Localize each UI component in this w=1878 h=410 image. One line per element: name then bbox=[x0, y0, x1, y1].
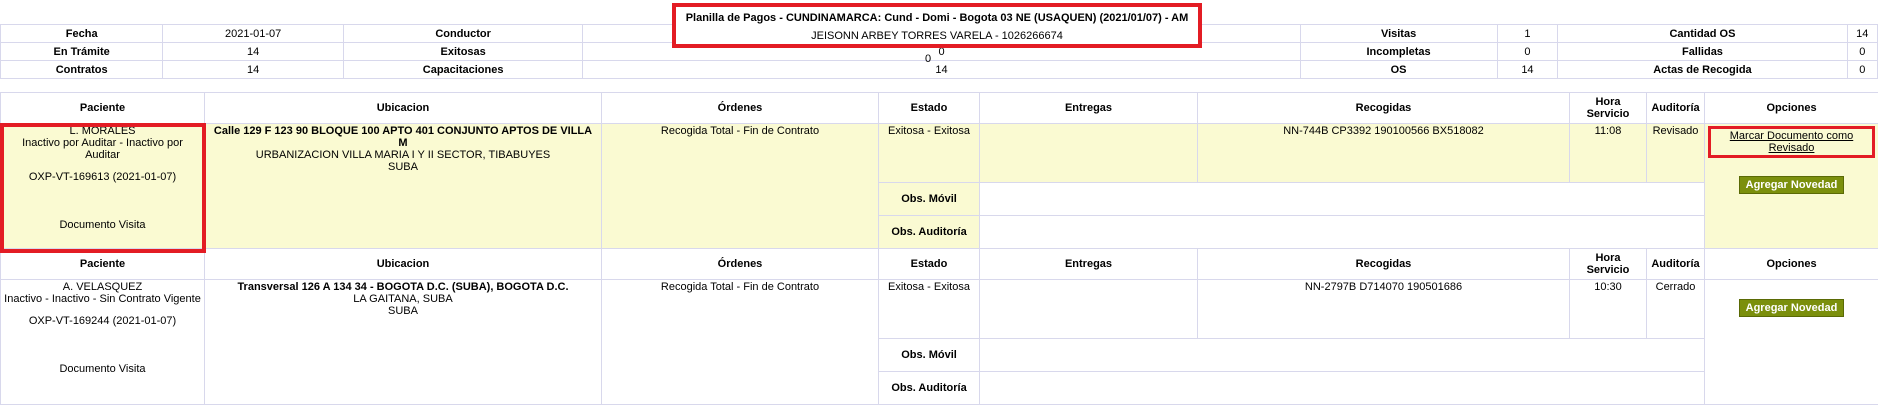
obs-movil-label: Obs. Móvil bbox=[878, 182, 980, 216]
col-paciente: Paciente bbox=[0, 248, 205, 280]
address-line2: URBANIZACION VILLA MARIA I Y II SECTOR, … bbox=[255, 149, 551, 161]
entregas-cell bbox=[979, 123, 1198, 183]
table-row: L. MORALES Inactivo por Auditar - Inacti… bbox=[0, 123, 1878, 249]
documento-visita-link[interactable]: Documento Visita bbox=[4, 219, 201, 231]
fecha-label: Fecha bbox=[0, 24, 164, 43]
col-opciones: Opciones bbox=[1704, 92, 1878, 124]
patient-cell: L. MORALES Inactivo por Auditar - Inacti… bbox=[0, 123, 205, 249]
os-label: OS bbox=[1299, 60, 1498, 79]
obs-movil-field[interactable] bbox=[979, 338, 1705, 372]
estado-cell: Exitosa - Exitosa bbox=[878, 123, 980, 183]
address-cell: Transversal 126 A 134 34 - BOGOTA D.C. (… bbox=[204, 279, 602, 405]
tramite-value: 14 bbox=[162, 42, 344, 61]
col-estado: Estado bbox=[878, 92, 980, 124]
col-hora-line1: Hora bbox=[1595, 252, 1621, 264]
planilla-title-box: Planilla de Pagos - CUNDINAMARCA: Cund -… bbox=[672, 3, 1202, 48]
obs-auditoria-field[interactable] bbox=[979, 215, 1705, 249]
hora-cell: 11:08 bbox=[1569, 123, 1647, 183]
auditoria-cell: Cerrado bbox=[1646, 279, 1705, 339]
hora-cell: 10:30 bbox=[1569, 279, 1647, 339]
patient-name: L. MORALES bbox=[69, 125, 136, 137]
table-header-row: Paciente Ubicacion Órdenes Estado Entreg… bbox=[0, 92, 1878, 124]
marcar-revisado-box: Marcar Documento como Revisado bbox=[1708, 126, 1875, 158]
col-hora-line1: Hora bbox=[1595, 96, 1621, 108]
agregar-novedad-button[interactable]: Agregar Novedad bbox=[1738, 299, 1845, 317]
recogidas-cell: NN-2797B D714070 190501686 bbox=[1197, 279, 1570, 339]
address-line3: SUBA bbox=[388, 305, 418, 317]
fallidas-value: 0 bbox=[1846, 42, 1878, 61]
obs-auditoria-label: Obs. Auditoría bbox=[878, 371, 980, 405]
cantidad-os-label: Cantidad OS bbox=[1557, 24, 1848, 43]
col-ordenes: Órdenes bbox=[601, 248, 879, 280]
obs-auditoria-label: Obs. Auditoría bbox=[878, 215, 980, 249]
exitosas-label: Exitosas bbox=[342, 42, 584, 61]
col-entregas: Entregas bbox=[979, 92, 1198, 124]
agregar-novedad-button[interactable]: Agregar Novedad bbox=[1738, 176, 1845, 194]
col-ubicacion: Ubicacion bbox=[204, 248, 602, 280]
patient-code: OXP-VT-169244 (2021-01-07) bbox=[28, 315, 177, 327]
capacitaciones-label: Capacitaciones bbox=[342, 60, 584, 79]
os-value: 14 bbox=[1496, 60, 1559, 79]
col-entregas: Entregas bbox=[979, 248, 1198, 280]
address-line1: Transversal 126 A 134 34 - BOGOTA D.C. (… bbox=[237, 281, 569, 293]
incompletas-value: 0 bbox=[1496, 42, 1559, 61]
entregas-cell bbox=[979, 279, 1198, 339]
auditoria-cell: Revisado bbox=[1646, 123, 1705, 183]
address-line3: SUBA bbox=[388, 161, 418, 173]
fallidas-label: Fallidas bbox=[1557, 42, 1848, 61]
visitas-value: 1 bbox=[1496, 24, 1559, 43]
estado-cell: Exitosa - Exitosa bbox=[878, 279, 980, 339]
recogidas-cell: NN-744B CP3392 190100566 BX518082 bbox=[1197, 123, 1570, 183]
col-hora: Hora Servicio bbox=[1569, 248, 1647, 280]
table-header-row: Paciente Ubicacion Órdenes Estado Entreg… bbox=[0, 248, 1878, 280]
col-ordenes: Órdenes bbox=[601, 92, 879, 124]
patient-status: Inactivo por Auditar - Inactivo por Audi… bbox=[22, 137, 183, 161]
patient-name: A. VELASQUEZ bbox=[62, 281, 143, 293]
contratos-label: Contratos bbox=[0, 60, 164, 79]
marcar-revisado-link[interactable]: Marcar Documento como Revisado bbox=[1730, 130, 1854, 154]
col-recogidas: Recogidas bbox=[1197, 248, 1570, 280]
actas-value: 0 bbox=[1846, 60, 1878, 79]
address-line2: LA GAITANA, SUBA bbox=[353, 293, 453, 305]
col-estado: Estado bbox=[878, 248, 980, 280]
patient-cell: A. VELASQUEZ Inactivo - Inactivo - Sin C… bbox=[0, 279, 205, 405]
obs-auditoria-field[interactable] bbox=[979, 371, 1705, 405]
orden-cell: Recogida Total - Fin de Contrato bbox=[601, 123, 879, 249]
opciones-cell: Agregar Novedad bbox=[1704, 279, 1878, 405]
col-hora-line2: Servicio bbox=[1586, 108, 1630, 120]
opciones-cell: Marcar Documento como Revisado Agregar N… bbox=[1704, 123, 1878, 249]
address-line1: Calle 129 F 123 90 BLOQUE 100 APTO 401 C… bbox=[213, 125, 593, 149]
visits-table: Paciente Ubicacion Órdenes Estado Entreg… bbox=[0, 92, 1878, 405]
actas-label: Actas de Recogida bbox=[1557, 60, 1848, 79]
orden-cell: Recogida Total - Fin de Contrato bbox=[601, 279, 879, 405]
obs-movil-field[interactable] bbox=[979, 182, 1705, 216]
patient-status: Inactivo - Inactivo - Sin Contrato Vigen… bbox=[4, 293, 201, 305]
col-auditoria: Auditoría bbox=[1646, 92, 1705, 124]
col-ubicacion: Ubicacion bbox=[204, 92, 602, 124]
col-opciones: Opciones bbox=[1704, 248, 1878, 280]
patient-code: OXP-VT-169613 (2021-01-07) bbox=[28, 171, 177, 183]
col-hora-line2: Servicio bbox=[1586, 264, 1630, 276]
visitas-label: Visitas bbox=[1299, 24, 1498, 43]
contratos-value: 14 bbox=[162, 60, 344, 79]
cantidad-os-value: 14 bbox=[1846, 24, 1878, 43]
conductor-zero: 0 bbox=[924, 53, 932, 65]
tramite-label: En Trámite bbox=[0, 42, 164, 61]
col-auditoria: Auditoría bbox=[1646, 248, 1705, 280]
fecha-value: 2021-01-07 bbox=[162, 24, 344, 43]
conductor-name: JEISONN ARBEY TORRES VARELA - 1026266674 bbox=[811, 30, 1063, 42]
conductor-label: Conductor bbox=[342, 24, 584, 43]
documento-visita-link[interactable]: Documento Visita bbox=[4, 363, 201, 375]
incompletas-label: Incompletas bbox=[1299, 42, 1498, 61]
col-recogidas: Recogidas bbox=[1197, 92, 1570, 124]
col-paciente: Paciente bbox=[0, 92, 205, 124]
col-hora: Hora Servicio bbox=[1569, 92, 1647, 124]
address-cell: Calle 129 F 123 90 BLOQUE 100 APTO 401 C… bbox=[204, 123, 602, 249]
obs-movil-label: Obs. Móvil bbox=[878, 338, 980, 372]
planilla-title: Planilla de Pagos - CUNDINAMARCA: Cund -… bbox=[685, 12, 1189, 24]
table-row: A. VELASQUEZ Inactivo - Inactivo - Sin C… bbox=[0, 279, 1878, 405]
